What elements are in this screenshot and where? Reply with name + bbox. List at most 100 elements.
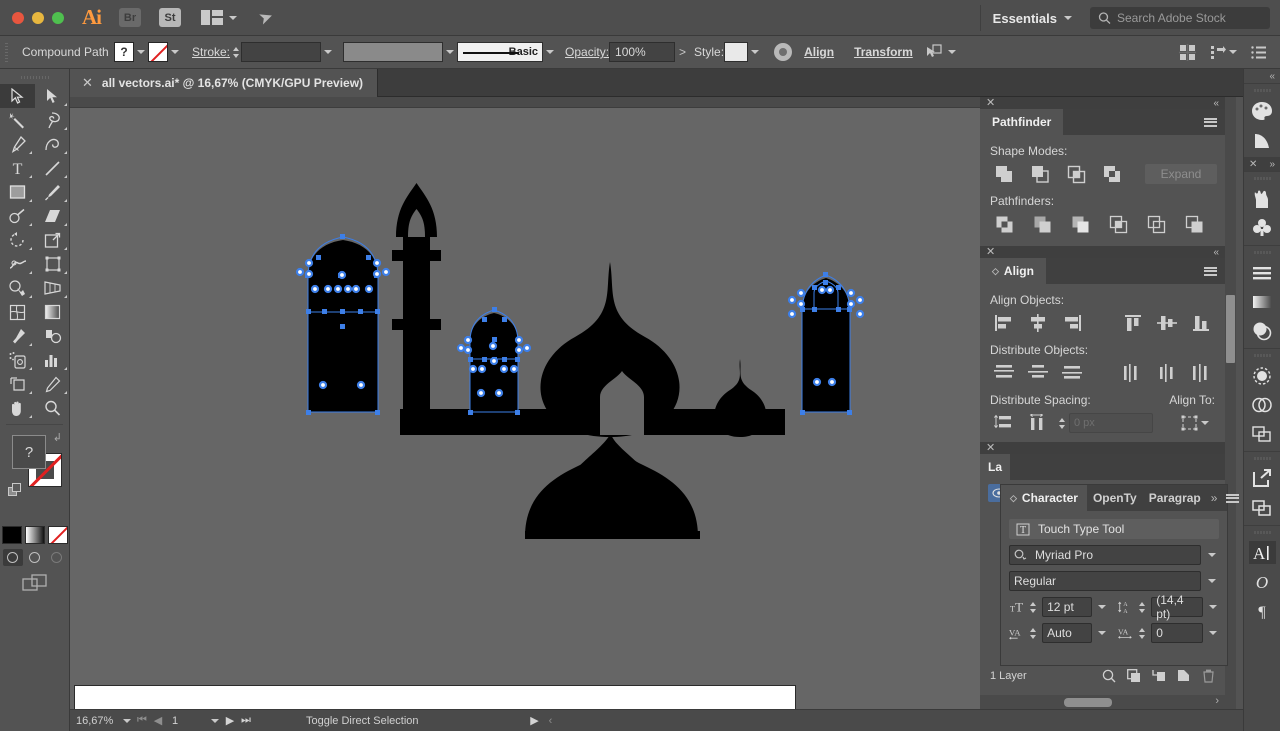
leading-stepper[interactable] (1138, 597, 1148, 617)
canvas-area[interactable] (70, 97, 980, 709)
document-setup-icon[interactable] (1251, 45, 1266, 59)
appearance-panel-icon[interactable] (1244, 361, 1280, 390)
distribute-horizontal-space-icon[interactable] (1022, 412, 1054, 434)
symbol-sprayer-tool[interactable] (0, 348, 35, 372)
screen-mode-button[interactable] (0, 574, 69, 592)
align-to-selector[interactable] (1181, 415, 1217, 431)
stroke-style-field[interactable] (343, 42, 444, 62)
last-artboard-button[interactable]: ⏭ (238, 714, 254, 727)
stroke-weight-field[interactable] (241, 42, 322, 62)
canvas-horizontal-scrollbar[interactable] (70, 97, 1234, 108)
shape-builder-tool[interactable] (0, 276, 35, 300)
shaper-tool[interactable] (0, 204, 35, 228)
close-dot[interactable] (12, 11, 24, 24)
hand-tool[interactable] (0, 396, 35, 420)
leading-dropdown[interactable] (1207, 597, 1219, 617)
selected-gate-right[interactable] (787, 272, 865, 415)
gradient-swatch-button[interactable] (24, 526, 45, 544)
delete-selection-icon[interactable] (1202, 669, 1215, 683)
slice-tool[interactable] (35, 372, 70, 396)
dock-group-grip[interactable] (1253, 86, 1271, 95)
outline-icon[interactable] (1140, 213, 1172, 235)
type-tool[interactable]: T (0, 156, 35, 180)
font-size-stepper[interactable] (1029, 597, 1039, 617)
eyedropper-tool[interactable] (0, 324, 35, 348)
draw-inside-button[interactable] (47, 549, 67, 566)
character-panel-icon[interactable]: A (1244, 538, 1280, 567)
kerning-field[interactable]: Auto (1042, 623, 1092, 643)
color-swatch-button[interactable] (1, 526, 22, 544)
stroke-weight-stepper[interactable] (230, 42, 241, 62)
graphic-styles-panel-icon[interactable] (1244, 390, 1280, 419)
stock-button[interactable]: St (159, 8, 181, 27)
curvature-tool[interactable] (35, 132, 70, 156)
minus-front-icon[interactable] (1024, 163, 1056, 185)
distribute-horizontal-center-icon[interactable] (1151, 362, 1183, 384)
adobe-stock-search[interactable]: Search Adobe Stock (1090, 7, 1270, 29)
exclude-icon[interactable] (1096, 163, 1128, 185)
leading-field[interactable]: (14,4 pt) (1151, 593, 1203, 621)
layers-panel-icon[interactable] (1244, 419, 1280, 448)
color-panel-icon[interactable] (1244, 96, 1280, 125)
expand-icon[interactable]: » (1269, 159, 1275, 170)
tools-panel-grip[interactable] (20, 72, 49, 82)
distribute-vertical-top-icon[interactable] (988, 362, 1020, 384)
tab-paragraph[interactable]: Paragrap (1143, 485, 1207, 511)
tab-layers[interactable]: La (980, 454, 1011, 480)
control-bar-grip[interactable] (3, 41, 12, 63)
dock-collapse-button[interactable]: « (1244, 69, 1280, 83)
line-segment-tool[interactable] (35, 156, 70, 180)
width-tool[interactable] (0, 252, 35, 276)
dock-group-grip[interactable] (1253, 174, 1271, 183)
divide-icon[interactable] (988, 213, 1020, 235)
dock-group-grip[interactable] (1253, 351, 1271, 360)
crop-icon[interactable] (1102, 213, 1134, 235)
minimize-dot[interactable] (32, 11, 44, 24)
pen-tool[interactable] (0, 132, 35, 156)
fill-dropdown[interactable] (134, 42, 148, 62)
distribute-horizontal-right-icon[interactable] (1185, 362, 1217, 384)
column-graph-tool[interactable] (35, 348, 70, 372)
opacity-label[interactable]: Opacity: (565, 45, 609, 59)
selected-gate-middle[interactable] (456, 307, 532, 415)
close-icon[interactable]: ✕ (1249, 159, 1257, 170)
create-new-sublayer-icon[interactable] (1152, 669, 1166, 683)
align-button[interactable]: Align (804, 45, 834, 59)
trim-icon[interactable] (1026, 213, 1058, 235)
arrange-panel-icon[interactable] (1179, 43, 1196, 61)
brushes-panel-icon[interactable] (1244, 184, 1280, 213)
window-controls[interactable] (0, 11, 64, 24)
font-family-field[interactable]: Myriad Pro (1009, 545, 1201, 565)
panel-horizontal-scrollbar[interactable]: › (980, 695, 1225, 709)
create-new-layer-icon[interactable] (1177, 669, 1191, 683)
artboards-panel-icon[interactable] (1244, 493, 1280, 522)
locate-object-icon[interactable] (1102, 669, 1116, 683)
make-clipping-mask-icon[interactable] (1127, 669, 1141, 683)
next-artboard-button[interactable]: ▶ (222, 714, 238, 727)
scrollbar-thumb[interactable] (1226, 295, 1235, 363)
eraser-tool[interactable] (35, 204, 70, 228)
panel-expand-icon[interactable]: › (1215, 695, 1219, 707)
collapse-icon[interactable]: « (1213, 247, 1219, 258)
default-fill-stroke-icon[interactable] (8, 483, 22, 497)
opentype-panel-icon[interactable]: O (1244, 567, 1280, 596)
artboard-dropdown[interactable] (208, 711, 222, 731)
align-right-icon[interactable] (1056, 312, 1088, 334)
tracking-dropdown[interactable] (1207, 623, 1219, 643)
close-icon[interactable]: ✕ (82, 75, 93, 91)
kerning-stepper[interactable] (1029, 623, 1039, 643)
bridge-button[interactable]: Br (119, 8, 141, 27)
rocket-icon[interactable]: ➤ (256, 6, 276, 30)
align-vertical-center-icon[interactable] (1151, 312, 1183, 334)
align-top-icon[interactable] (1117, 312, 1149, 334)
style-dropdown[interactable] (748, 42, 762, 62)
character-panel-menu[interactable] (1221, 485, 1244, 511)
zoom-tool[interactable] (35, 396, 70, 420)
none-swatch-button[interactable] (47, 526, 68, 544)
dock-group-grip[interactable] (1253, 528, 1271, 537)
recolor-artwork-icon[interactable] (774, 43, 793, 61)
stroke-panel-icon[interactable] (1244, 258, 1280, 287)
symbols-panel-icon[interactable] (1244, 213, 1280, 242)
first-artboard-button[interactable]: ⏮ (134, 714, 150, 727)
font-style-dropdown[interactable] (1205, 571, 1219, 591)
